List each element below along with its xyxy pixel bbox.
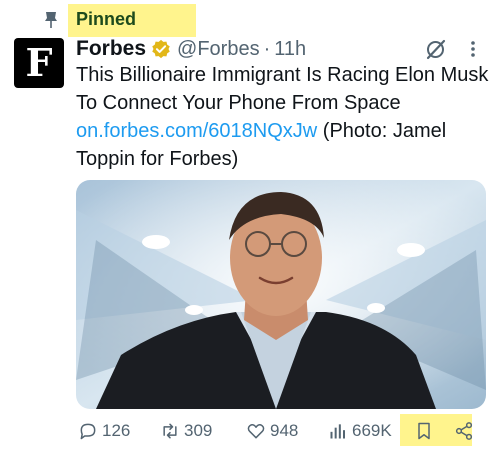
bookmark-icon [418, 422, 430, 440]
avatar[interactable]: F [14, 38, 64, 88]
tweet-text: This Billionaire Immigrant Is Racing Elo… [76, 61, 494, 173]
reply-button[interactable]: 126 [78, 416, 130, 446]
more-icon[interactable] [470, 38, 476, 60]
share-icon [455, 422, 473, 440]
share-button[interactable] [454, 416, 474, 446]
separator-dot: · [263, 37, 271, 60]
views-icon [330, 424, 345, 439]
tweet-body: This Billionaire Immigrant Is Racing Elo… [76, 64, 489, 114]
tweet-photo[interactable] [76, 180, 486, 409]
display-name[interactable]: Forbes [76, 37, 146, 61]
tweet-link[interactable]: on.forbes.com/6018NQxJw [76, 120, 317, 142]
repost-button[interactable]: 309 [160, 416, 212, 446]
pin-icon [45, 12, 57, 28]
repost-icon [163, 423, 177, 439]
bookmark-button[interactable] [414, 416, 434, 446]
pinned-label: Pinned [76, 9, 137, 29]
photo-scene [76, 180, 486, 409]
views-count: 669K [352, 421, 392, 440]
tweet-header: Forbes @Forbes · 11h [76, 36, 306, 62]
grok-icon[interactable] [425, 38, 447, 60]
repost-count: 309 [184, 421, 213, 440]
reply-count: 126 [102, 421, 131, 440]
timestamp[interactable]: 11h [274, 38, 306, 61]
like-button[interactable]: 948 [246, 416, 298, 446]
like-icon [247, 424, 265, 439]
views-button[interactable]: 669K [328, 416, 392, 446]
tweet-action-bar: 126 309 948 669K [76, 414, 486, 446]
reply-icon [80, 423, 96, 440]
handle[interactable]: @Forbes [177, 38, 260, 61]
like-count: 948 [270, 421, 299, 440]
avatar-logo: F [25, 40, 53, 85]
verified-badge-icon[interactable] [151, 39, 171, 59]
